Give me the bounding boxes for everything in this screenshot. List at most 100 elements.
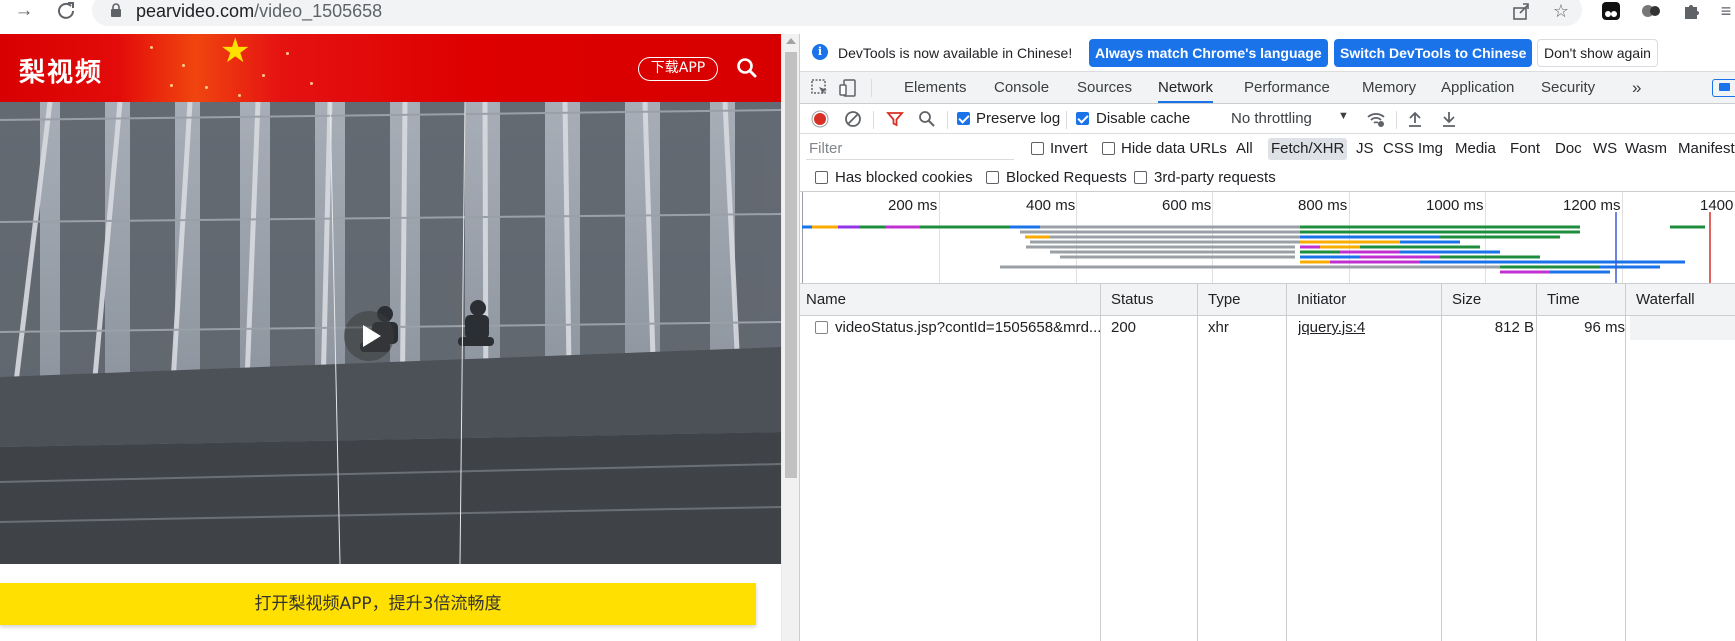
invert-label: Invert [1050,140,1088,157]
third-party-requests-checkbox[interactable] [1134,171,1147,184]
column-time[interactable]: Time [1541,284,1580,316]
filter-type-doc[interactable]: Doc [1552,138,1585,160]
clear-icon[interactable] [844,110,862,128]
play-button[interactable] [344,311,394,361]
device-toolbar-icon[interactable] [838,78,858,98]
forward-icon[interactable]: → [12,1,36,23]
search-network-icon[interactable] [918,110,936,128]
menu-icon[interactable]: ≡ [1715,1,1735,23]
tab-application[interactable]: Application [1441,72,1514,103]
devtools-panel: i DevTools is now available in Chinese! … [799,34,1735,641]
throttling-chevron-down-icon[interactable]: ▼ [1338,110,1349,122]
extension-ghost-icon[interactable] [1640,1,1662,23]
export-har-download-icon[interactable] [1440,110,1458,128]
tab-security[interactable]: Security [1541,72,1595,103]
disable-cache-label: Disable cache [1096,110,1191,127]
tab-memory[interactable]: Memory [1362,72,1416,103]
table-row[interactable]: videoStatus.jsp?contId=1505658&mrd... 20… [800,316,1735,340]
star-decoration-icon: ★ [220,34,251,70]
site-header: ★ 梨视频 下载APP [0,34,781,102]
devtools-tabbar: Elements Console Sources Network Perform… [800,72,1735,104]
always-match-language-button[interactable]: Always match Chrome's language [1089,39,1328,67]
column-initiator[interactable]: Initiator [1291,284,1346,316]
record-icon[interactable] [811,110,829,128]
filter-type-img[interactable]: Img [1415,138,1446,160]
column-name[interactable]: Name [800,284,846,316]
filter-type-font[interactable]: Font [1507,138,1543,160]
blocked-requests-checkbox[interactable] [986,171,999,184]
open-app-banner[interactable]: 打开梨视频APP，提升3倍流畅度 [0,583,756,625]
blocked-filterbar: Has blocked cookies Blocked Requests 3rd… [800,164,1735,192]
share-icon[interactable] [1510,1,1532,23]
column-status[interactable]: Status [1105,284,1154,316]
dont-show-again-button[interactable]: Don't show again [1537,39,1658,67]
disable-cache-checkbox[interactable] [1076,112,1089,125]
network-toolbar: Preserve log Disable cache No throttling… [800,104,1735,134]
filter-funnel-icon[interactable] [886,110,904,128]
column-size[interactable]: Size [1446,284,1481,316]
request-time: 96 ms [1584,319,1625,336]
column-type[interactable]: Type [1202,284,1241,316]
tab-console[interactable]: Console [994,72,1049,103]
tab-network[interactable]: Network [1158,72,1214,103]
blocked-requests-label: Blocked Requests [1006,169,1127,186]
third-party-requests-label: 3rd-party requests [1154,169,1276,186]
filter-type-wasm[interactable]: Wasm [1622,138,1670,160]
filter-type-css[interactable]: CSS [1380,138,1417,160]
web-page: ★ 梨视频 下载APP 打开梨视频APP，提升3倍流畅度 [0,34,781,641]
network-filterbar: Filter Invert Hide data URLs All Fetch/X… [800,134,1735,164]
preserve-log-label: Preserve log [976,110,1061,127]
hide-data-urls-checkbox[interactable] [1102,142,1115,155]
filter-type-media[interactable]: Media [1452,138,1499,160]
column-waterfall[interactable]: Waterfall [1630,284,1695,316]
info-icon: i [812,44,828,60]
tab-elements[interactable]: Elements [904,72,967,103]
request-size: 812 B [1494,319,1534,336]
request-name[interactable]: videoStatus.jsp?contId=1505658&mrd... [835,316,1100,340]
bookmark-star-icon[interactable]: ☆ [1550,1,1572,23]
filter-type-all[interactable]: All [1233,138,1256,160]
request-row-checkbox-icon [815,321,828,334]
switch-to-chinese-button[interactable]: Switch DevTools to Chinese [1334,39,1533,67]
issues-chat-icon[interactable] [1712,79,1735,97]
search-icon[interactable] [736,57,758,79]
hide-data-urls-label: Hide data URLs [1121,140,1227,157]
import-har-upload-icon[interactable] [1406,110,1424,128]
request-initiator-link[interactable]: jquery.js:4 [1298,316,1365,340]
network-conditions-wifi-icon[interactable] [1366,110,1385,128]
requests-table-header: Name Status Type Initiator Size Time Wat… [800,284,1735,316]
lock-icon [110,3,121,17]
filter-type-manifest[interactable]: Manifest [1675,138,1735,160]
video-player[interactable] [0,102,781,564]
url-text[interactable]: pearvideo.com/video_1505658 [136,0,382,22]
extensions-puzzle-icon[interactable] [1680,1,1702,23]
invert-checkbox[interactable] [1031,142,1044,155]
download-app-button[interactable]: 下载APP [638,57,718,81]
timeline-bars [802,212,1711,283]
network-overview-timeline[interactable]: 200 ms 400 ms 600 ms 800 ms 1000 ms 1200… [800,192,1735,284]
request-type: xhr [1208,319,1229,336]
scroll-thumb[interactable] [785,52,797,478]
filter-type-js[interactable]: JS [1353,138,1377,160]
infobar-message: DevTools is now available in Chinese! [838,45,1073,61]
browser-toolbar: → pearvideo.com/video_1505658 ☆ ≡ [0,0,1735,34]
reload-icon[interactable] [54,1,78,23]
throttling-select[interactable]: No throttling [1231,110,1312,127]
page-scrollbar[interactable] [781,34,799,641]
preserve-log-checkbox[interactable] [957,112,970,125]
extension-tampermonkey-icon[interactable] [1600,1,1622,23]
filter-type-ws[interactable]: WS [1590,138,1620,160]
filter-type-fetch-xhr[interactable]: Fetch/XHR [1268,138,1348,160]
filter-input[interactable]: Filter [806,138,1014,160]
has-blocked-cookies-label: Has blocked cookies [835,169,973,186]
more-tabs-icon[interactable]: » [1632,72,1641,103]
has-blocked-cookies-checkbox[interactable] [815,171,828,184]
tab-performance[interactable]: Performance [1244,72,1330,103]
site-logo[interactable]: 梨视频 [19,52,103,89]
request-waterfall [1630,316,1735,340]
inspect-element-icon[interactable] [810,78,830,98]
scroll-up-arrow-icon[interactable] [786,38,796,44]
request-status: 200 [1111,319,1137,336]
devtools-infobar: i DevTools is now available in Chinese! … [800,34,1735,72]
tab-sources[interactable]: Sources [1077,72,1132,103]
